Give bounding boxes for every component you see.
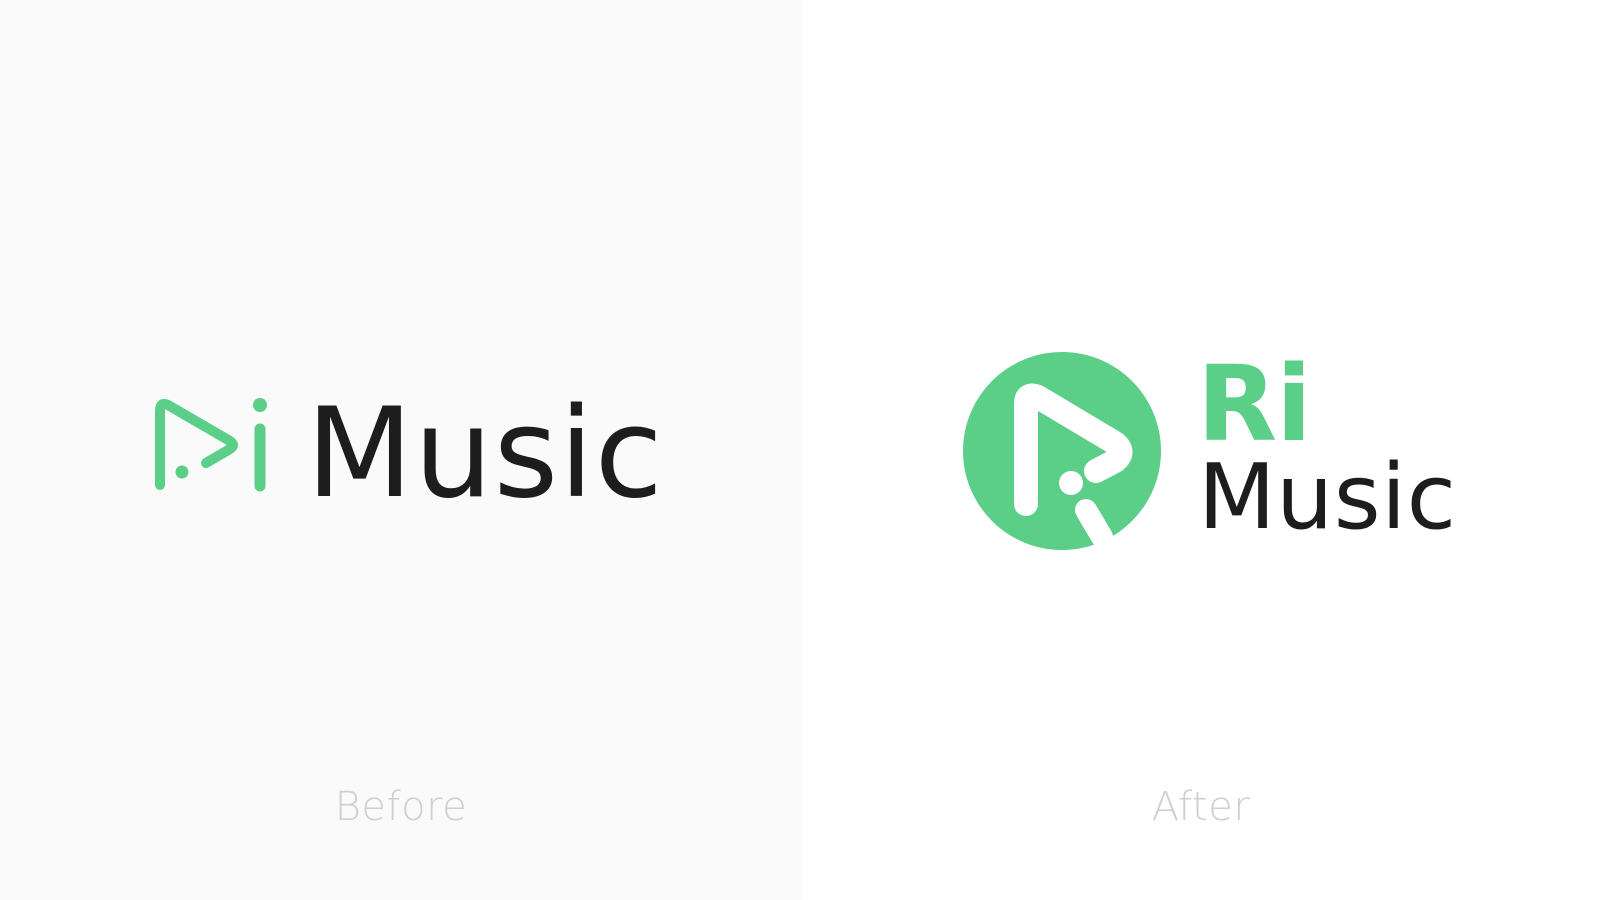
after-caption: After <box>1151 784 1251 830</box>
before-caption: Before <box>334 784 468 830</box>
before-logo-wordmark: Music <box>306 382 664 526</box>
after-logo-ri: Ri <box>1197 343 1312 465</box>
after-logo-wordmark: Music <box>1198 445 1457 550</box>
comparison-stage: Music Before Ri Music After <box>0 0 1600 900</box>
play-i-outline-icon <box>155 398 267 492</box>
before-panel: Music Before <box>0 0 802 900</box>
after-panel: Ri Music After <box>802 0 1600 900</box>
play-circle-badge-icon <box>963 352 1161 550</box>
